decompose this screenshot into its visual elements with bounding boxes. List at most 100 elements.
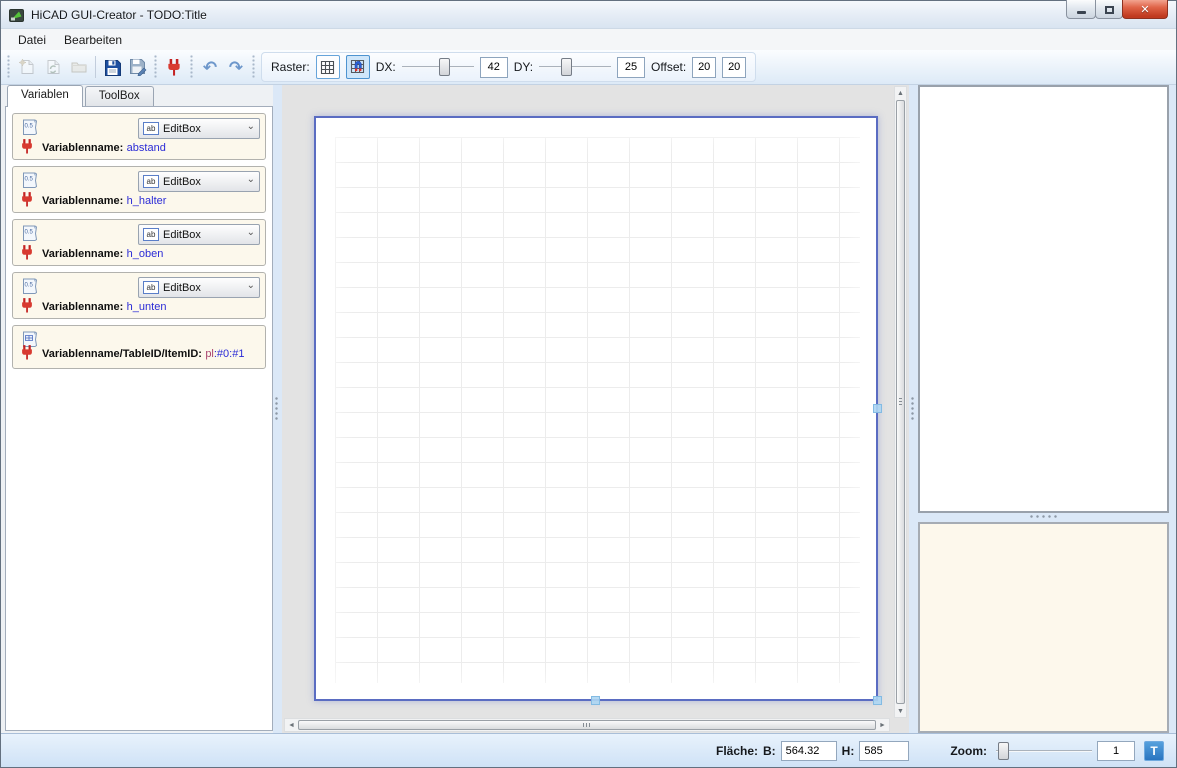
- variable-card[interactable]: 0.5 ab EditBox ⌄ Variablenname:: [12, 272, 266, 319]
- toolbar-grip[interactable]: [7, 55, 11, 79]
- undo-button[interactable]: ↶: [197, 54, 223, 80]
- redo-button[interactable]: ↷: [223, 54, 249, 80]
- splitter-grip-icon: [275, 397, 280, 421]
- offset-y-input[interactable]: [722, 57, 746, 78]
- svg-text:0.5: 0.5: [25, 124, 34, 130]
- zoom-input[interactable]: [1097, 741, 1135, 761]
- close-button[interactable]: ✕: [1122, 0, 1168, 19]
- chevron-down-icon: ⌄: [247, 228, 255, 238]
- resize-handle-corner[interactable]: [873, 696, 882, 705]
- right-panel: [917, 85, 1176, 733]
- variable-name-value: h_oben: [127, 248, 164, 260]
- main-area: Variablen ToolBox 0.5 ab EditBox ⌄: [1, 85, 1176, 733]
- resize-handle-bottom[interactable]: [591, 696, 600, 705]
- save-as-button[interactable]: [125, 54, 151, 80]
- right-splitter[interactable]: [909, 85, 917, 733]
- editbox-icon: ab: [143, 281, 159, 294]
- plug-icon: [167, 59, 181, 76]
- table-variable-value: :#0:#1: [214, 348, 245, 360]
- editbox-icon: ab: [143, 122, 159, 135]
- area-label: Fläche:: [716, 744, 758, 758]
- scrollbar-grip-icon: [899, 398, 902, 405]
- preview-splitter[interactable]: [917, 513, 1170, 522]
- canvas-horizontal-scrollbar[interactable]: ◄ ►: [284, 718, 890, 732]
- canvas-vertical-scrollbar[interactable]: ▲ ▼: [894, 86, 907, 718]
- control-type-dropdown[interactable]: ab EditBox ⌄: [138, 118, 260, 139]
- number-doc-icon: 0.5: [21, 171, 39, 189]
- resize-handle-right[interactable]: [873, 404, 882, 413]
- dy-slider-thumb[interactable]: [561, 58, 572, 76]
- toolbar-grip[interactable]: [190, 55, 194, 79]
- new-file-icon: [18, 58, 36, 76]
- scroll-left-icon[interactable]: ◄: [286, 719, 297, 731]
- dy-slider-track: [539, 66, 611, 68]
- plug-icon: [21, 345, 33, 360]
- dx-label: DX:: [376, 60, 396, 74]
- chevron-down-icon: ⌄: [247, 175, 255, 185]
- toolbar-grip[interactable]: [252, 55, 256, 79]
- zoom-slider[interactable]: [996, 741, 1092, 761]
- table-variable-card[interactable]: Variablenname/TableID/ItemID: pl:#0:#1: [12, 325, 266, 369]
- control-type-dropdown[interactable]: ab EditBox ⌄: [138, 171, 260, 192]
- variable-card[interactable]: 0.5 ab EditBox ⌄ Variablenname:: [12, 166, 266, 213]
- control-type-dropdown[interactable]: ab EditBox ⌄: [138, 277, 260, 298]
- save-button[interactable]: [99, 54, 125, 80]
- grid-icon: [320, 60, 335, 75]
- height-label: H:: [842, 744, 855, 758]
- splitter-grip-icon: [1030, 515, 1058, 520]
- maximize-icon: [1105, 6, 1114, 14]
- menu-item-bearbeiten[interactable]: Bearbeiten: [55, 31, 131, 49]
- canvas-height-input[interactable]: [859, 741, 909, 761]
- horizontal-scrollbar-thumb[interactable]: [298, 720, 876, 730]
- show-grid-button[interactable]: [316, 55, 340, 79]
- titlebar[interactable]: HiCAD GUI-Creator - TODO:Title ✕: [1, 1, 1176, 29]
- svg-text:0.5: 0.5: [25, 177, 34, 183]
- scroll-up-icon[interactable]: ▲: [895, 87, 906, 99]
- menubar: Datei Bearbeiten: [1, 29, 1176, 50]
- zoom-slider-track: [996, 750, 1092, 752]
- preview-bottom-panel: [918, 522, 1169, 733]
- plug-variable-button[interactable]: [161, 54, 187, 80]
- plug-icon: [21, 139, 33, 154]
- app-icon: [9, 7, 25, 23]
- zoom-label: Zoom:: [950, 744, 987, 758]
- number-doc-icon: 0.5: [21, 118, 39, 136]
- variable-name-label: Variablenname:: [42, 301, 123, 313]
- variable-card[interactable]: 0.5 ab EditBox ⌄ Variablenname:: [12, 113, 266, 160]
- dx-input[interactable]: [480, 57, 508, 78]
- design-canvas[interactable]: [314, 116, 878, 701]
- dx-slider-thumb[interactable]: [439, 58, 450, 76]
- new-file-button: [14, 54, 40, 80]
- snap-to-grid-button[interactable]: [346, 55, 370, 79]
- variable-card[interactable]: 0.5 ab EditBox ⌄ Variablenname:: [12, 219, 266, 266]
- offset-x-input[interactable]: [692, 57, 716, 78]
- vertical-scrollbar-thumb[interactable]: [896, 100, 905, 704]
- zoom-slider-thumb[interactable]: [998, 742, 1009, 760]
- variable-name-value: h_halter: [127, 195, 167, 207]
- control-type-dropdown[interactable]: ab EditBox ⌄: [138, 224, 260, 245]
- dy-input[interactable]: [617, 57, 645, 78]
- toolbar-grip[interactable]: [154, 55, 158, 79]
- dx-slider[interactable]: [402, 57, 474, 77]
- editbox-icon: ab: [143, 228, 159, 241]
- scroll-down-icon[interactable]: ▼: [895, 705, 906, 717]
- minimize-icon: [1077, 11, 1086, 14]
- preview-top-panel: [918, 85, 1169, 513]
- left-splitter[interactable]: [273, 85, 282, 733]
- variable-name-label: Variablenname:: [42, 142, 123, 154]
- editbox-icon: ab: [143, 175, 159, 188]
- menu-item-datei[interactable]: Datei: [9, 31, 55, 49]
- statusbar: Fläche: B: H: Zoom: T: [1, 733, 1176, 767]
- tab-toolbox[interactable]: ToolBox: [85, 86, 154, 106]
- left-panel: Variablen ToolBox 0.5 ab EditBox ⌄: [1, 85, 273, 733]
- maximize-button[interactable]: [1095, 0, 1123, 19]
- scroll-right-icon[interactable]: ►: [877, 719, 888, 731]
- minimize-button[interactable]: [1066, 0, 1096, 19]
- number-doc-icon: 0.5: [21, 224, 39, 242]
- dy-slider[interactable]: [539, 57, 611, 77]
- text-mode-button[interactable]: T: [1144, 741, 1164, 761]
- tab-variablen[interactable]: Variablen: [7, 85, 83, 107]
- number-doc-icon: 0.5: [21, 277, 39, 295]
- chevron-down-icon: ⌄: [247, 281, 255, 291]
- canvas-width-input[interactable]: [781, 741, 837, 761]
